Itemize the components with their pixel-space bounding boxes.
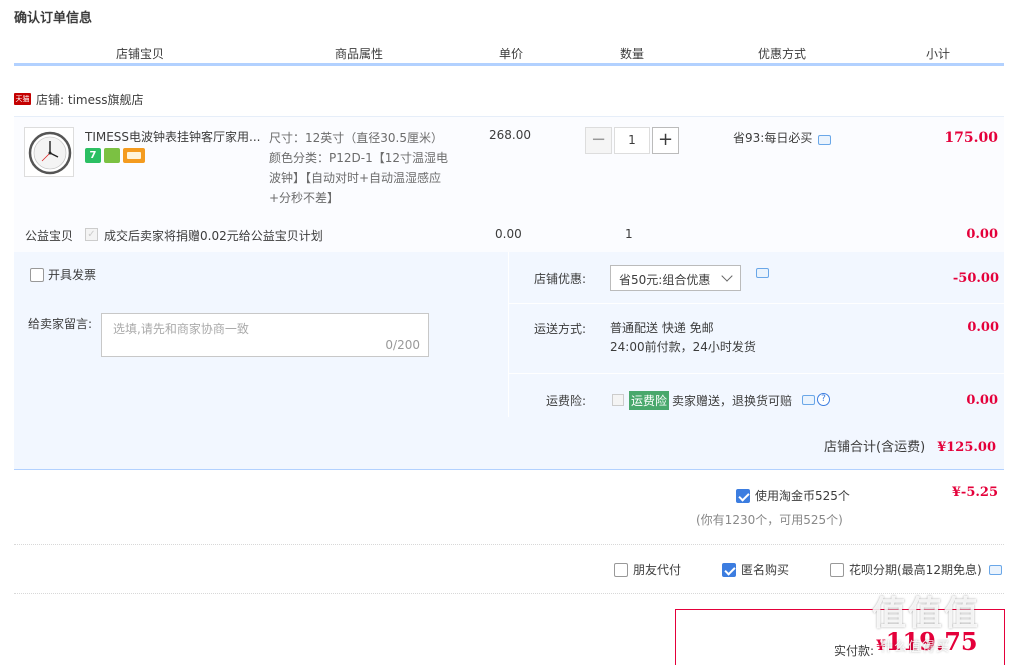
huabei-label: 花呗分期(最高12期免息) <box>849 563 982 577</box>
message-label: 给卖家留言: <box>28 317 93 331</box>
order-options-panel: 开具发票 给卖家留言: 选填,请先和商家协商一致 0/200 店铺优惠: 省50… <box>14 252 1005 470</box>
decrease-qty-button[interactable]: − <box>585 127 612 154</box>
coins-label: 使用淘金币525个 <box>755 489 850 503</box>
charity-label: 公益宝贝 <box>25 229 74 243</box>
watermark-logo: 值值值 什么值得买 <box>860 586 1016 665</box>
divider <box>14 544 1004 545</box>
insurance-icons: ? <box>802 393 830 406</box>
invoice-option[interactable]: 开具发票 <box>30 266 96 283</box>
friend-pay-checkbox[interactable] <box>614 562 628 577</box>
product-thumbnail[interactable] <box>24 127 74 177</box>
anonymous-checkbox[interactable] <box>722 562 736 577</box>
huabei-checkbox[interactable] <box>830 562 844 577</box>
credit-card-icon <box>123 148 145 163</box>
quantity-input[interactable]: 1 <box>614 127 650 154</box>
order-item: TIMESS电波钟表挂钟客厅家用... 7 尺寸：12英寸（直径30.5厘米） … <box>14 116 1004 252</box>
shipping-line-1: 普通配送 快递 免邮 <box>610 321 714 335</box>
divider <box>14 593 1004 594</box>
col-quantity: 数量 <box>619 47 644 61</box>
store-discount-select[interactable]: 省50元:组合优惠 <box>610 265 741 291</box>
col-divider <box>449 40 450 62</box>
left-options: 开具发票 给卖家留言: 选填,请先和商家协商一致 0/200 <box>14 252 508 417</box>
item-subtotal: 175.00 <box>944 130 998 146</box>
taobao-coins-option[interactable]: 使用淘金币525个 <box>736 487 850 504</box>
col-divider <box>569 40 570 62</box>
page-title: 确认订单信息 <box>14 11 93 26</box>
message-char-count: 0/200 <box>385 338 420 352</box>
store-discount-row: 店铺优惠: 省50元:组合优惠 -50.00 <box>509 252 1005 304</box>
help-icon[interactable]: ? <box>817 393 830 406</box>
chat-bubble-icon[interactable] <box>802 394 815 405</box>
friend-pay-option[interactable]: 朋友代付 <box>614 561 681 578</box>
col-divider <box>872 40 873 62</box>
chat-bubble-icon[interactable] <box>988 564 1002 575</box>
store-discount-label: 店铺优惠: <box>534 272 587 286</box>
charity-text: 成交后卖家将捐赠0.02元给公益宝贝计划 <box>104 229 323 243</box>
invoice-label: 开具发票 <box>48 268 97 282</box>
shop-line: 天猫 店铺: timess旗舰店 <box>14 91 143 107</box>
attr-color: 颜色分类：P12D-1【12寸温湿电波钟】【自动对时+自动温湿感应+分秒不差】 <box>269 151 448 205</box>
anonymous-option[interactable]: 匿名购买 <box>722 561 789 578</box>
discount-text: 省93:每日必买 <box>733 131 813 145</box>
watermark-small: 什么值得买 <box>880 640 951 655</box>
tmall-icon: 天猫 <box>14 93 31 105</box>
increase-qty-button[interactable]: + <box>652 127 679 154</box>
shipping-method: 普通配送 快递 免邮 24:00前付款，24小时发货 <box>610 319 756 357</box>
product-attributes: 尺寸：12英寸（直径30.5厘米） 颜色分类：P12D-1【12寸温湿电波钟】【… <box>269 128 454 208</box>
shipping-row: 运送方式: 0.00 <box>509 304 1005 374</box>
coins-checkbox[interactable] <box>736 488 750 503</box>
col-divider <box>268 40 269 62</box>
shop-name-link[interactable]: 店铺: timess旗舰店 <box>36 91 143 108</box>
chat-bubble-icon[interactable] <box>756 268 769 278</box>
shipping-line-2: 24:00前付款，24小时发货 <box>610 340 756 354</box>
charity-price: 0.00 <box>495 227 522 241</box>
seven-day-return-icon: 7 <box>85 148 101 163</box>
chevron-down-icon <box>721 270 733 282</box>
coins-note: (你有1230个，可用525个) <box>696 513 843 527</box>
product-title-link[interactable]: TIMESS电波钟表挂钟客厅家用... <box>85 128 265 145</box>
shop-total-label: 店铺合计(含运费) <box>824 440 926 455</box>
col-divider <box>694 40 695 62</box>
col-discount: 优惠方式 <box>757 47 806 61</box>
col-subtotal: 小计 <box>925 47 950 61</box>
message-placeholder: 选填,请先和商家协商一致 <box>113 322 249 336</box>
insurance-label: 运费险: <box>546 394 587 408</box>
discount-info: 省93:每日必买 <box>733 129 832 146</box>
charity-qty: 1 <box>625 227 633 241</box>
attr-size: 尺寸：12英寸（直径30.5厘米） <box>269 131 443 145</box>
watermark-big: 值值值 <box>872 594 980 634</box>
huabei-option[interactable]: 花呗分期(最高12期免息) <box>830 561 1002 578</box>
shipping-label: 运送方式: <box>534 322 587 336</box>
anonymous-label: 匿名购买 <box>741 563 790 577</box>
message-textarea[interactable]: 选填,请先和商家协商一致 0/200 <box>101 313 429 357</box>
insurance-checkbox <box>612 394 624 406</box>
insurance-tag: 运费险 <box>629 391 670 410</box>
col-unit-price: 单价 <box>498 47 523 61</box>
service-icons: 7 <box>85 148 145 163</box>
unit-price: 268.00 <box>489 128 531 142</box>
col-attributes: 商品属性 <box>334 47 383 61</box>
coins-amount: ¥-5.25 <box>951 485 998 500</box>
invoice-checkbox[interactable] <box>30 267 44 282</box>
charity-checkbox: ✓ <box>85 228 98 241</box>
shop-total: 店铺合计(含运费) ¥125.00 <box>824 436 996 455</box>
store-discount-amount: -50.00 <box>952 271 999 286</box>
store-discount-selected: 省50元:组合优惠 <box>619 273 711 287</box>
insurance-amount: 0.00 <box>966 393 998 408</box>
insurance-text: 卖家赠送，退换货可赔 <box>672 394 793 408</box>
shop-total-amount: ¥125.00 <box>937 440 996 455</box>
right-options: 店铺优惠: 省50元:组合优惠 -50.00 运送方式: 0.00 普通配送 快… <box>508 252 1005 417</box>
quantity-stepper: − 1 + <box>585 127 679 154</box>
shipping-amount: 0.00 <box>967 320 999 335</box>
column-header: 店铺宝贝 商品属性 单价 数量 优惠方式 小计 <box>14 40 1004 66</box>
charity-subtotal: 0.00 <box>966 227 998 242</box>
chat-bubble-icon[interactable] <box>818 134 832 145</box>
col-shop-items: 店铺宝贝 <box>115 47 164 61</box>
friend-pay-label: 朋友代付 <box>633 563 682 577</box>
guarantee-icon <box>104 148 120 163</box>
